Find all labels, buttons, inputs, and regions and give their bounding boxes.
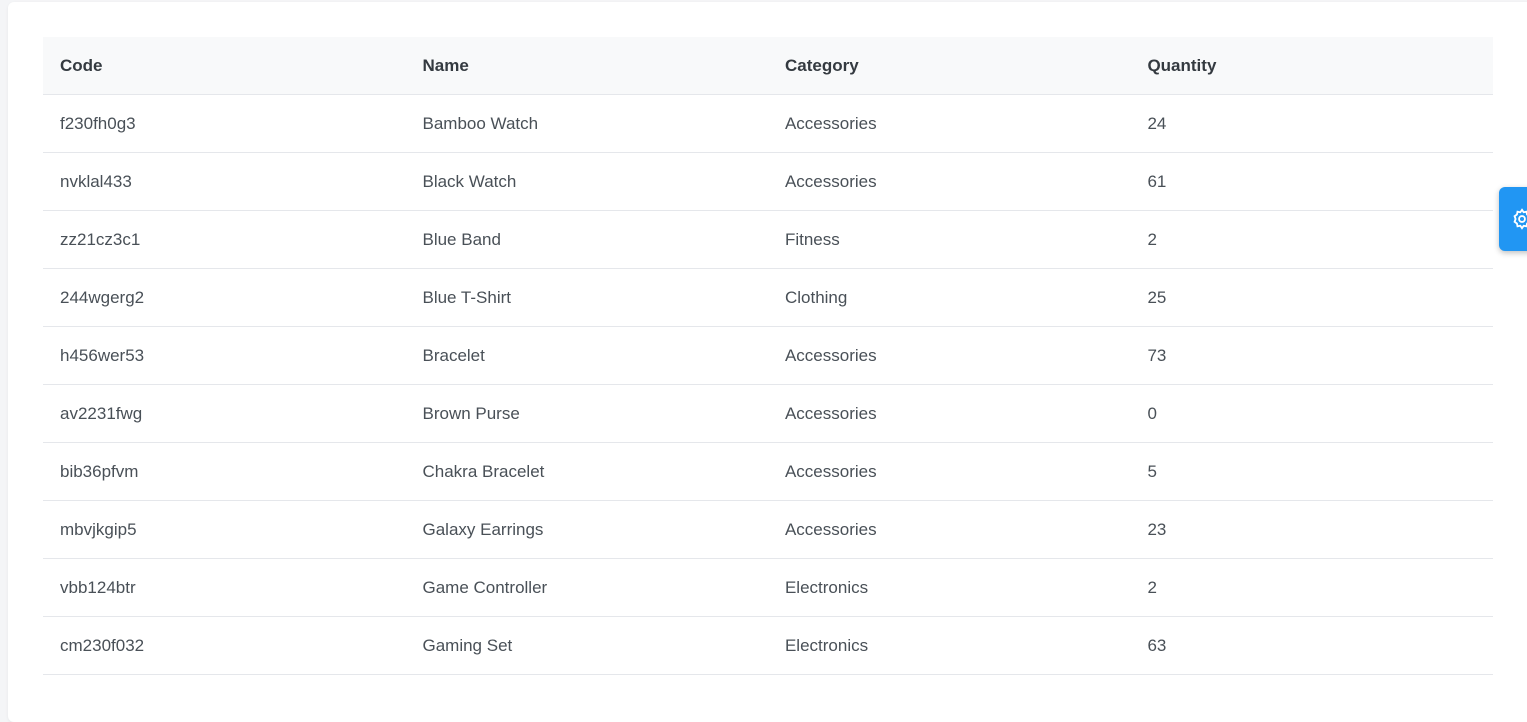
table-row: 244wgerg2 Blue T-Shirt Clothing 25: [43, 268, 1493, 327]
table-row: f230fh0g3 Bamboo Watch Accessories 24: [43, 94, 1493, 153]
cell-quantity: 2: [1130, 210, 1493, 269]
cell-quantity: 61: [1130, 152, 1493, 211]
cell-name: Bracelet: [405, 326, 768, 385]
header-category[interactable]: Category: [767, 37, 1131, 95]
cell-name: Chakra Bracelet: [405, 442, 768, 501]
table-row: zz21cz3c1 Blue Band Fitness 2: [43, 210, 1493, 269]
cell-quantity: 0: [1130, 384, 1493, 443]
cell-code: bib36pfvm: [43, 442, 406, 501]
cell-category: Clothing: [767, 268, 1131, 327]
cell-name: Bamboo Watch: [405, 94, 768, 153]
cell-code: zz21cz3c1: [43, 210, 406, 269]
cell-category: Accessories: [767, 384, 1131, 443]
cell-category: Accessories: [767, 442, 1131, 501]
cell-quantity: 23: [1130, 500, 1493, 559]
cell-category: Electronics: [767, 558, 1131, 617]
header-name[interactable]: Name: [405, 37, 768, 95]
cell-name: Black Watch: [405, 152, 768, 211]
table-header-row: Code Name Category Quantity: [43, 37, 1493, 95]
cell-category: Accessories: [767, 326, 1131, 385]
products-table: Code Name Category Quantity f230fh0g3 Ba…: [43, 37, 1493, 675]
cell-quantity: 5: [1130, 442, 1493, 501]
table-row: mbvjkgip5 Galaxy Earrings Accessories 23: [43, 500, 1493, 559]
cell-code: vbb124btr: [43, 558, 406, 617]
cell-name: Blue Band: [405, 210, 768, 269]
cell-name: Brown Purse: [405, 384, 768, 443]
table-row: h456wer53 Bracelet Accessories 73: [43, 326, 1493, 385]
cell-category: Accessories: [767, 94, 1131, 153]
cell-code: mbvjkgip5: [43, 500, 406, 559]
cell-code: f230fh0g3: [43, 94, 406, 153]
header-code[interactable]: Code: [43, 37, 406, 95]
table-row: cm230f032 Gaming Set Electronics 63: [43, 616, 1493, 675]
cell-quantity: 25: [1130, 268, 1493, 327]
header-quantity[interactable]: Quantity: [1130, 37, 1493, 95]
table-row: nvklal433 Black Watch Accessories 61: [43, 152, 1493, 211]
table-row: bib36pfvm Chakra Bracelet Accessories 5: [43, 442, 1493, 501]
cell-category: Accessories: [767, 152, 1131, 211]
cell-category: Fitness: [767, 210, 1131, 269]
cell-name: Galaxy Earrings: [405, 500, 768, 559]
table-row: vbb124btr Game Controller Electronics 2: [43, 558, 1493, 617]
cell-quantity: 63: [1130, 616, 1493, 675]
layout-config-button[interactable]: [1499, 187, 1527, 251]
cell-name: Game Controller: [405, 558, 768, 617]
cell-code: h456wer53: [43, 326, 406, 385]
cell-quantity: 24: [1130, 94, 1493, 153]
table-row: av2231fwg Brown Purse Accessories 0: [43, 384, 1493, 443]
gear-icon: [1511, 208, 1527, 230]
table-card: Code Name Category Quantity f230fh0g3 Ba…: [8, 2, 1527, 722]
cell-code: av2231fwg: [43, 384, 406, 443]
cell-code: 244wgerg2: [43, 268, 406, 327]
cell-name: Blue T-Shirt: [405, 268, 768, 327]
cell-code: nvklal433: [43, 152, 406, 211]
cell-category: Electronics: [767, 616, 1131, 675]
cell-category: Accessories: [767, 500, 1131, 559]
cell-quantity: 73: [1130, 326, 1493, 385]
cell-quantity: 2: [1130, 558, 1493, 617]
cell-code: cm230f032: [43, 616, 406, 675]
cell-name: Gaming Set: [405, 616, 768, 675]
